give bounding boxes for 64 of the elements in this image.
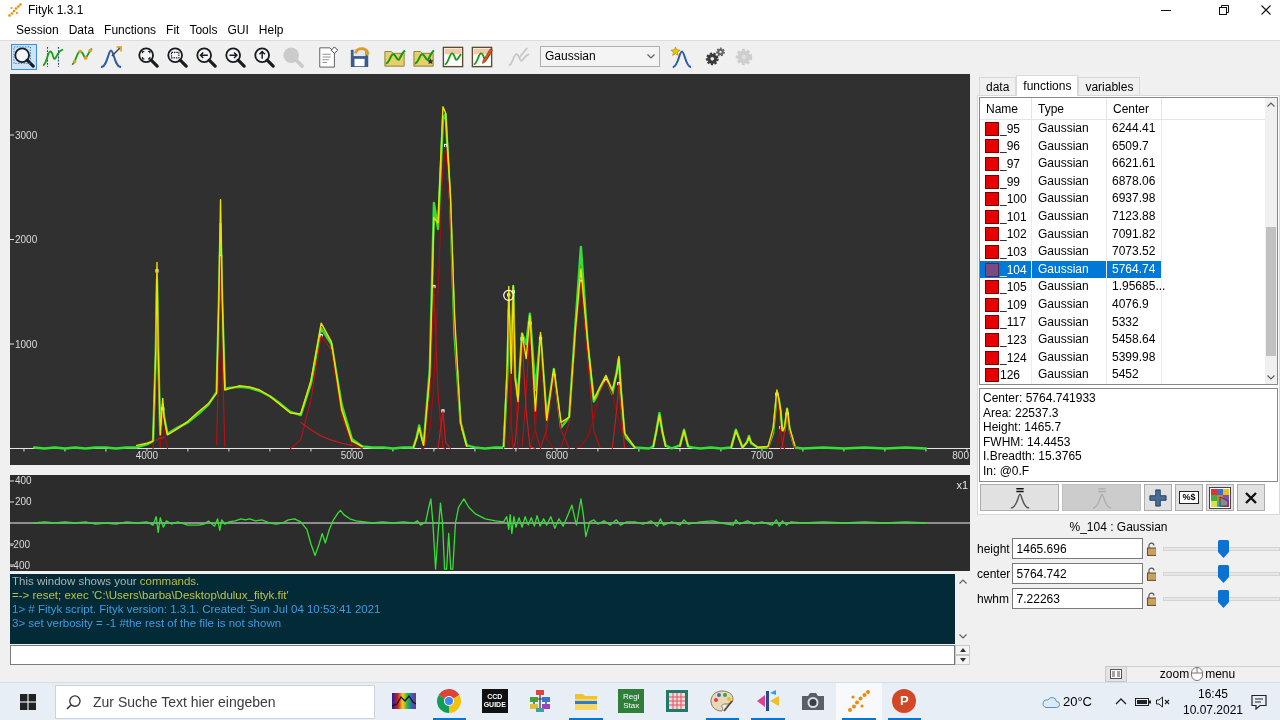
axis-label: -400 <box>10 559 30 571</box>
table-cell: _103 <box>1000 244 1027 259</box>
mouse-hint-text: menu <box>1205 667 1236 681</box>
mouse-hint-text: zoom <box>1159 667 1190 681</box>
table-cell: _105 <box>1000 280 1027 295</box>
table-cell: 5452 <box>1107 366 1162 384</box>
table-cell: _124 <box>1000 350 1027 365</box>
table-cell: _117 <box>1000 315 1026 330</box>
axis-label: 400 <box>15 475 32 487</box>
table-cell: Gaussian <box>1032 207 1107 226</box>
axis-label: 3000 <box>15 129 38 141</box>
info-line: Center: 5764.741933 <box>983 391 1096 406</box>
table-cell: _101 <box>1000 209 1027 224</box>
axis-label: 7000 <box>750 450 774 461</box>
param-label: hwhm <box>977 591 1010 606</box>
axis-label: 4000 <box>135 450 159 461</box>
table-cell: _102 <box>1000 227 1027 242</box>
table-cell: _99 <box>1000 174 1021 189</box>
param-label: center <box>977 566 1012 581</box>
table-cell: 6244.41 <box>1107 120 1162 138</box>
table-cell: _109 <box>1000 297 1027 312</box>
axis-label: 5000 <box>340 450 364 461</box>
info-line: In: @0.F <box>983 463 1030 478</box>
app-logo-text: P <box>892 689 917 713</box>
axis-label: 2000 <box>15 234 38 245</box>
table-cell: _95 <box>1000 121 1021 136</box>
table-cell: Gaussian <box>1032 155 1107 173</box>
console-line: This window shows your commands. <box>12 574 200 588</box>
table-cell: 5458.64 <box>1107 331 1162 349</box>
info-line: FWHM: 14.4453 <box>983 434 1071 449</box>
app-logo-text: Regi Stax <box>618 689 645 713</box>
param-label: height <box>977 541 1011 556</box>
table-cell: 7073.52 <box>1107 243 1162 261</box>
axis-label: 6000 <box>545 450 569 461</box>
console-line: =-> reset; exec 'C:\Users\barba\Desktop\dulux_fityk.fit' <box>12 588 289 602</box>
table-cell: 126 <box>1000 368 1021 383</box>
table-cell: Gaussian <box>1032 243 1107 261</box>
table-cell: Gaussian <box>1032 366 1107 384</box>
info-line: Area: 22537.3 <box>983 405 1059 420</box>
table-cell: _97 <box>1000 157 1021 171</box>
table-cell: 7123.88 <box>1107 207 1162 226</box>
table-cell: Gaussian <box>1032 278 1107 296</box>
window-title: Fityk 1.3.1 <box>28 3 84 17</box>
info-line: I.Breadth: 15.3765 <box>983 449 1082 464</box>
parameter-title: %_104 : Gaussian <box>1069 519 1168 536</box>
table-cell: 6621.61 <box>1107 155 1162 173</box>
info-line: Height: 1465.7 <box>983 420 1062 435</box>
table-cell: _123 <box>1000 332 1027 347</box>
axis-label: 800 <box>952 451 969 461</box>
console-line: 1> # Fityk script. Fityk version: 1.3.1. Created: Sun Jul 04 10:53:41 2021 <box>12 602 381 616</box>
axis-label: -200 <box>10 538 30 550</box>
table-cell: 6937.98 <box>1107 190 1162 208</box>
table-cell: _96 <box>1000 139 1021 154</box>
table-cell: Gaussian <box>1032 190 1107 208</box>
table-cell: _100 <box>1000 192 1027 207</box>
table-cell: Gaussian <box>1032 295 1107 314</box>
axis-label: 1000 <box>15 338 38 350</box>
table-cell: _104 <box>1000 262 1027 277</box>
table-cell: 4076.9 <box>1107 295 1162 314</box>
axis-label: 200 <box>15 496 32 508</box>
zoom-factor-label: x1 <box>956 479 968 491</box>
table-cell: Gaussian <box>1032 120 1107 138</box>
console-line: 3> set verbosity = -1 #the rest of the file is not shown <box>12 616 282 630</box>
table-cell: Gaussian <box>1032 331 1107 349</box>
